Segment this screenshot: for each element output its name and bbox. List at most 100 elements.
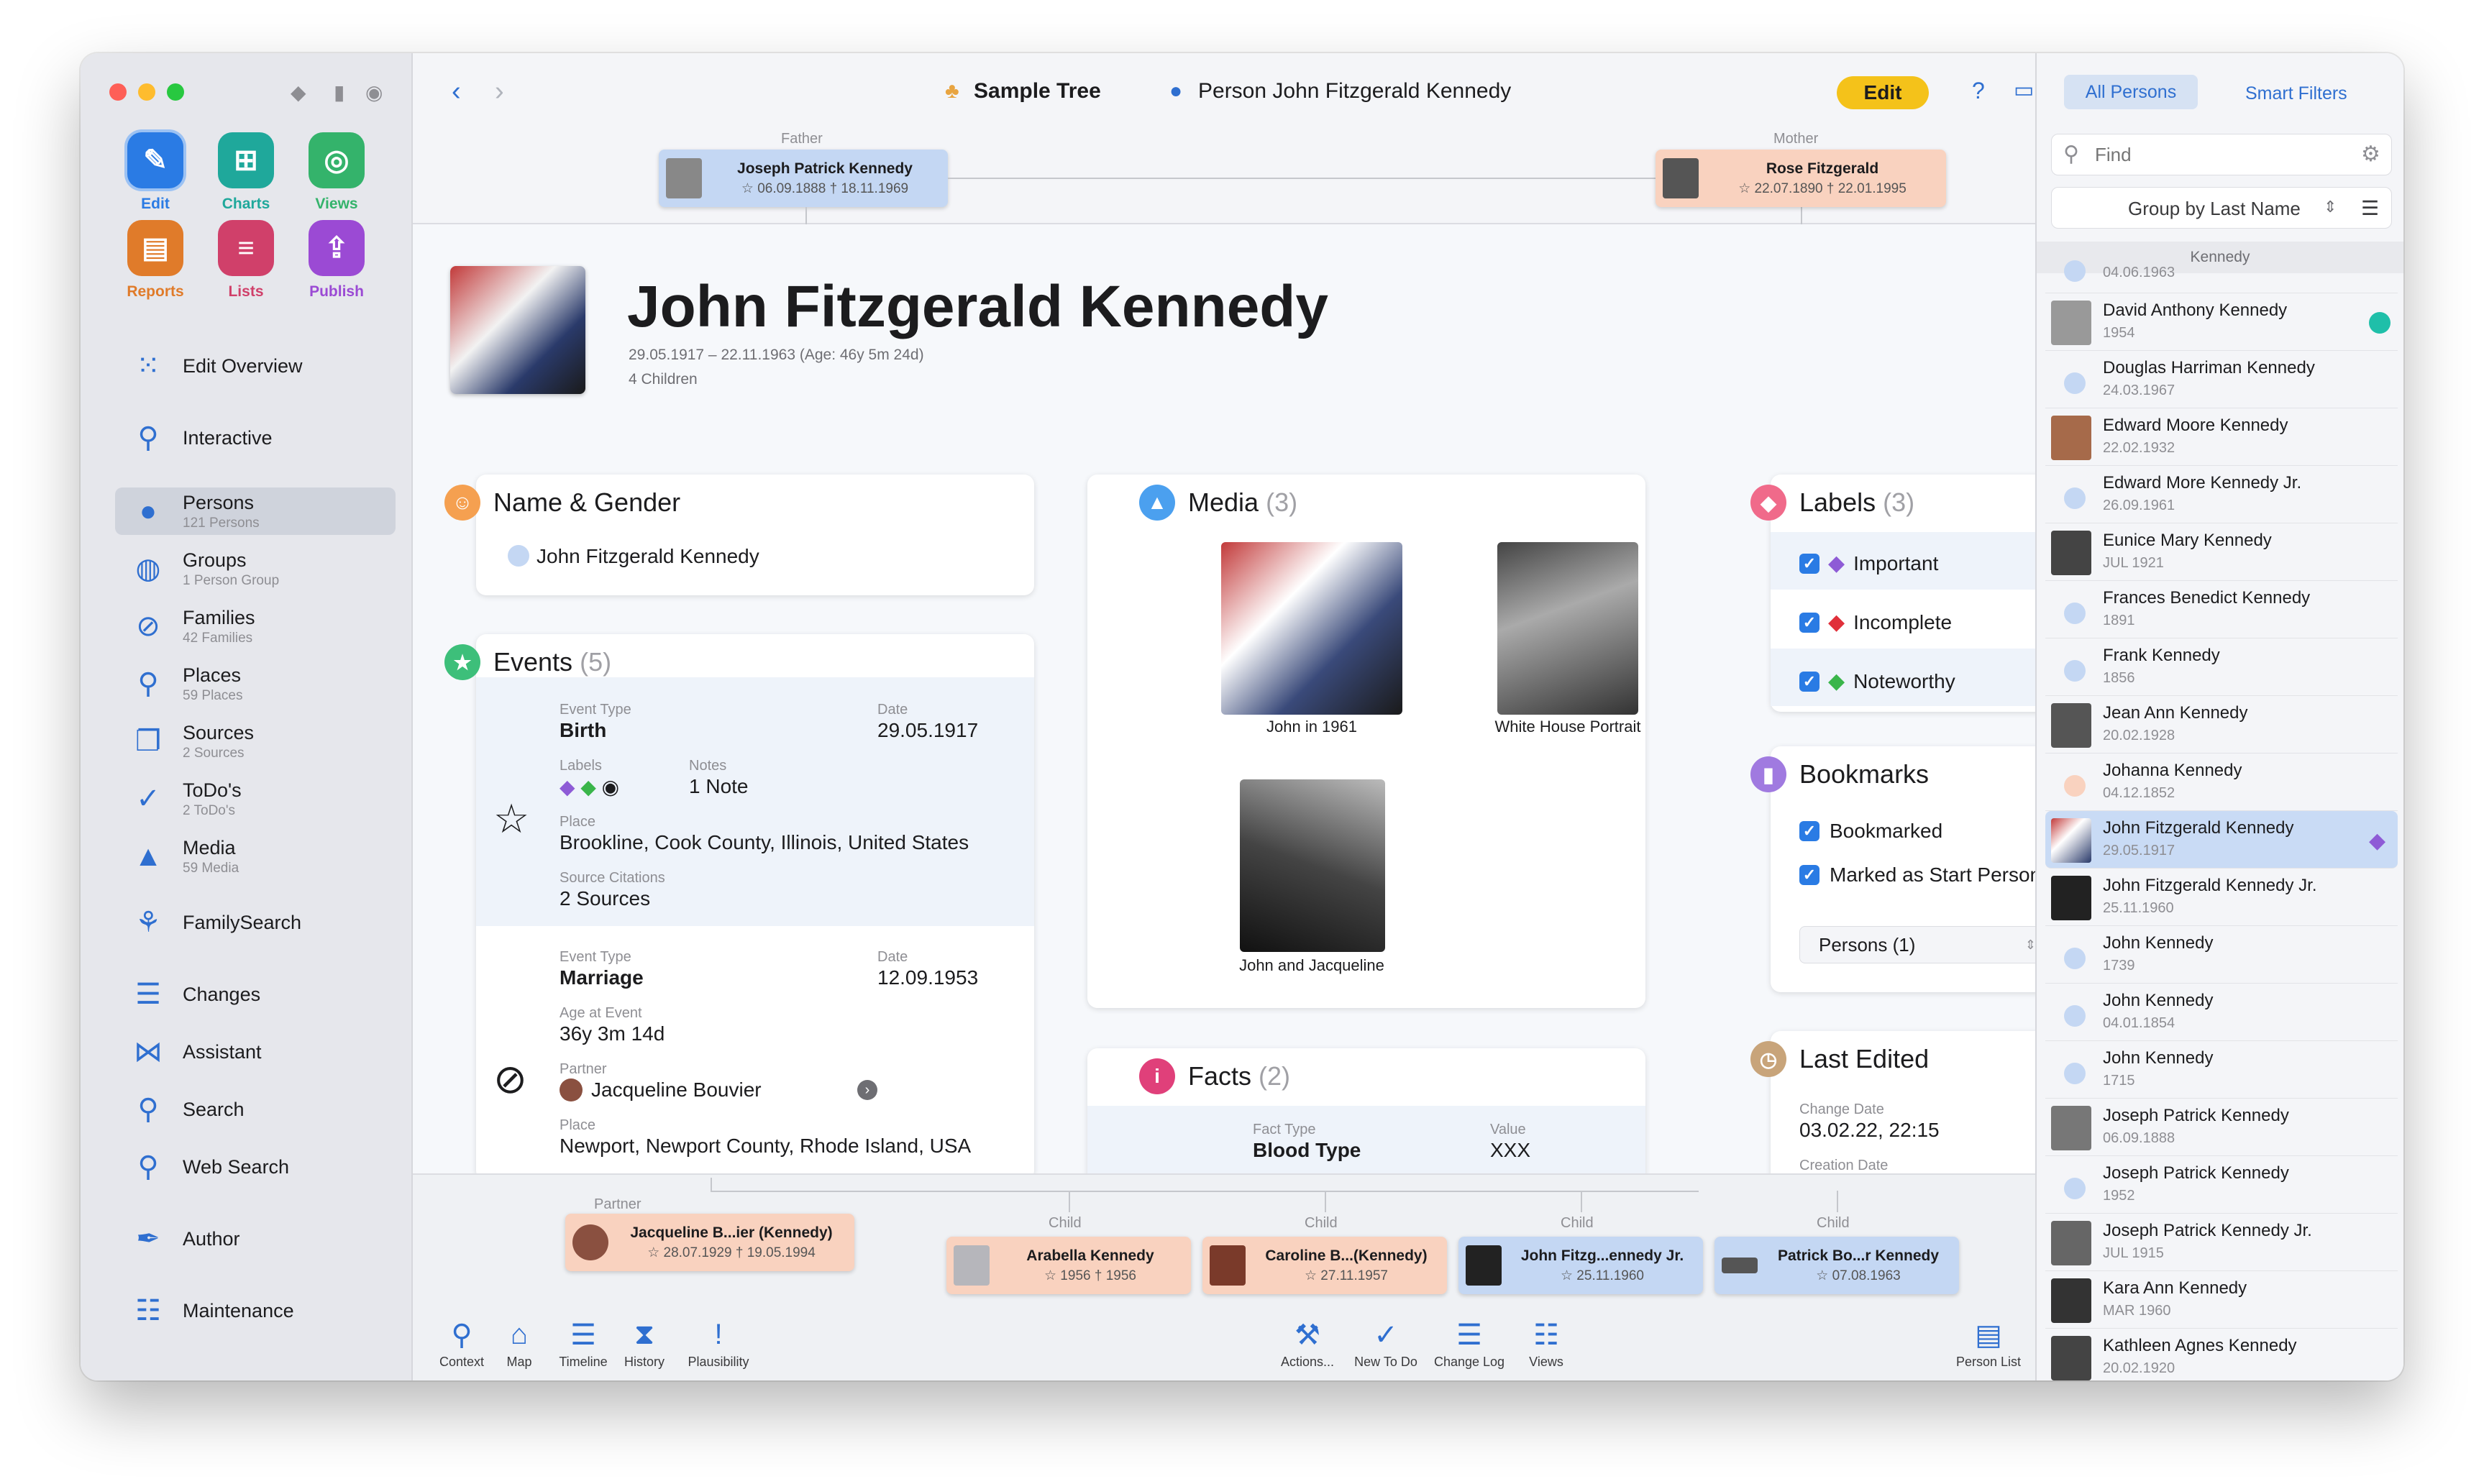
plausibility-tool[interactable]: ! Plausibility	[679, 1319, 758, 1370]
sidebar-item-groups[interactable]: ◍ Groups 1 Person Group	[115, 545, 396, 592]
sidebar-item-assistant[interactable]: ⋈ Assistant	[115, 1028, 396, 1076]
birth-date[interactable]: 29.05.1917	[877, 719, 978, 742]
list-item[interactable]: Joseph Patrick Kennedy Jr. JUL 1915	[2045, 1214, 2398, 1271]
find-field[interactable]: ⚲ ⚙	[2051, 134, 2392, 175]
checkbox-checked[interactable]: ✓	[1799, 865, 1819, 885]
birth-notes[interactable]: 1 Note	[689, 775, 749, 798]
quick-action-edit[interactable]: ✎ Edit	[115, 132, 196, 213]
quick-action-reports[interactable]: ▤ Reports	[115, 220, 196, 301]
minimize-window-button[interactable]	[138, 83, 155, 101]
quick-action-lists[interactable]: ≡ Lists	[206, 220, 286, 301]
list-item[interactable]: Joseph Patrick Kennedy 06.09.1888	[2045, 1099, 2398, 1156]
list-item[interactable]: 04.06.1963	[2045, 252, 2398, 293]
media-thumbnail[interactable]	[1240, 779, 1385, 952]
birth-sources[interactable]: 2 Sources	[560, 887, 650, 910]
chevron-right-icon[interactable]: ›	[857, 1080, 877, 1100]
father-card[interactable]: Joseph Patrick Kennedy ☆ 06.09.1888 † 18.…	[659, 150, 948, 207]
new-todo-tool[interactable]: ✓ New To Do	[1346, 1319, 1425, 1370]
marriage-type[interactable]: Marriage	[560, 966, 644, 989]
history-tool[interactable]: ⧗ History	[616, 1319, 673, 1370]
marriage-place[interactable]: Newport, Newport County, Rhode Island, U…	[560, 1135, 971, 1158]
views-tool[interactable]: ☷ Views	[1517, 1319, 1575, 1370]
sidebar-item-edit-overview[interactable]: ⁙ Edit Overview	[115, 342, 396, 390]
window-layout-icon[interactable]: ▭	[2014, 78, 2034, 103]
group-by-select[interactable]: Group by Last Name ⇕ ☰	[2051, 187, 2392, 229]
list-item[interactable]: Frances Benedict Kennedy 1891	[2045, 581, 2398, 638]
list-item[interactable]: Johanna Kennedy 04.12.1852	[2045, 754, 2398, 811]
list-item[interactable]: Kathleen Agnes Kennedy 20.02.1920	[2045, 1329, 2398, 1380]
fact-value[interactable]: XXX	[1490, 1139, 1530, 1162]
sidebar-item-maintenance[interactable]: ☷ Maintenance	[115, 1287, 396, 1334]
tab-all-persons[interactable]: All Persons	[2064, 75, 2198, 109]
close-window-button[interactable]	[109, 83, 127, 101]
child-card[interactable]: Patrick Bo...r Kennedy ☆ 07.08.1963	[1714, 1237, 1959, 1294]
start-person-toggle[interactable]: ✓ Marked as Start Person	[1799, 863, 2044, 887]
child-card[interactable]: Arabella Kennedy ☆ 1956 † 1956	[946, 1237, 1191, 1294]
quick-action-publish[interactable]: ⇪ Publish	[296, 220, 377, 301]
list-item[interactable]: Frank Kennedy 1856	[2045, 638, 2398, 696]
checkbox-checked[interactable]: ✓	[1799, 821, 1819, 841]
list-item[interactable]: Joseph Patrick Kennedy 1952	[2045, 1156, 2398, 1214]
sidebar-item-todos[interactable]: ✓ ToDo's 2 ToDo's	[115, 775, 396, 823]
back-arrow-icon[interactable]: ‹	[452, 76, 461, 107]
tag-icon[interactable]: ◆	[291, 81, 306, 104]
sidebar-item-families[interactable]: ⊘ Families 42 Families	[115, 603, 396, 650]
sync-icon[interactable]: ◉	[365, 81, 383, 104]
sidebar-item-places[interactable]: ⚲ Places 59 Places	[115, 660, 396, 707]
forward-arrow-icon[interactable]: ›	[495, 76, 504, 107]
persons-select[interactable]: Persons (1) ⇕	[1799, 926, 2048, 963]
list-item[interactable]: John Kennedy 1739	[2045, 926, 2398, 984]
partner-card[interactable]: Jacqueline B...ier (Kennedy) ☆ 28.07.1929…	[565, 1214, 854, 1271]
list-item[interactable]: Jean Ann Kennedy 20.02.1928	[2045, 696, 2398, 754]
label-incomplete[interactable]: ✓ ◆ Incomplete	[1799, 610, 1952, 635]
bookmark-icon[interactable]: ▮	[334, 81, 344, 104]
media-thumbnail[interactable]	[1497, 542, 1638, 715]
name-value[interactable]: John Fitzgerald Kennedy	[536, 545, 759, 568]
person-list-tool[interactable]: ▤ Person List	[1949, 1319, 2028, 1370]
person-photo[interactable]	[450, 266, 585, 394]
map-tool[interactable]: ⌂ Map	[498, 1319, 541, 1370]
list-item[interactable]: Edward Moore Kennedy 22.02.1932	[2045, 408, 2398, 466]
sidebar-item-persons[interactable]: ● Persons 121 Persons	[115, 487, 396, 535]
context-tool[interactable]: ⚲ Context	[433, 1319, 490, 1370]
fact-type[interactable]: Blood Type	[1253, 1139, 1361, 1162]
bookmarked-toggle[interactable]: ✓ Bookmarked	[1799, 820, 1942, 843]
sidebar-item-familysearch[interactable]: ⚘ FamilySearch	[115, 899, 396, 946]
checkbox-checked[interactable]: ✓	[1799, 612, 1819, 633]
list-item[interactable]: Eunice Mary Kennedy JUL 1921	[2045, 523, 2398, 581]
quick-action-views[interactable]: ◎ Views	[296, 132, 377, 213]
tree-name[interactable]: Sample Tree	[974, 79, 1101, 104]
edit-button[interactable]: Edit	[1837, 76, 1929, 109]
list-item-selected[interactable]: John Fitzgerald Kennedy 29.05.1917 ◆	[2045, 811, 2398, 869]
label-noteworthy[interactable]: ✓ ◆ Noteworthy	[1799, 669, 1955, 694]
find-input[interactable]	[2095, 142, 2339, 168]
list-item[interactable]: Kara Ann Kennedy MAR 1960	[2045, 1271, 2398, 1329]
list-item[interactable]: Douglas Harriman Kennedy 24.03.1967	[2045, 351, 2398, 408]
breadcrumb[interactable]: Person John Fitzgerald Kennedy	[1198, 79, 1511, 104]
child-card[interactable]: John Fitzg...ennedy Jr. ☆ 25.11.1960	[1458, 1237, 1703, 1294]
sidebar-item-search[interactable]: ⚲ Search	[115, 1086, 396, 1133]
list-item[interactable]: David Anthony Kennedy 1954	[2045, 293, 2398, 351]
list-item[interactable]: John Kennedy 04.01.1854	[2045, 984, 2398, 1041]
zoom-window-button[interactable]	[167, 83, 184, 101]
sidebar-item-web-search[interactable]: ⚲ Web Search	[115, 1143, 396, 1191]
sort-icon[interactable]: ☰	[2361, 196, 2379, 220]
list-item[interactable]: John Fitzgerald Kennedy Jr. 25.11.1960	[2045, 869, 2398, 926]
actions-tool[interactable]: ⚒ Actions...	[1271, 1319, 1343, 1370]
sidebar-item-media[interactable]: ▲ Media 59 Media	[115, 833, 396, 880]
list-item[interactable]: John Kennedy 1715	[2045, 1041, 2398, 1099]
media-thumbnail[interactable]	[1221, 542, 1402, 715]
change-log-tool[interactable]: ☰ Change Log	[1430, 1319, 1509, 1370]
timeline-tool[interactable]: ☰ Timeline	[551, 1319, 616, 1370]
sidebar-item-changes[interactable]: ☰ Changes	[115, 971, 396, 1018]
birth-type[interactable]: Birth	[560, 719, 606, 742]
help-icon[interactable]: ?	[1972, 78, 1985, 104]
child-card[interactable]: Caroline B...(Kennedy) ☆ 27.11.1957	[1202, 1237, 1447, 1294]
mother-card[interactable]: Rose Fitzgerald ☆ 22.07.1890 † 22.01.1995	[1656, 150, 1946, 207]
sidebar-item-sources[interactable]: ❐ Sources 2 Sources	[115, 718, 396, 765]
sidebar-item-author[interactable]: ✒ Author	[115, 1215, 396, 1263]
label-important[interactable]: ✓ ◆ Important	[1799, 551, 1938, 576]
tab-smart-filters[interactable]: Smart Filters	[2245, 83, 2347, 104]
marriage-partner[interactable]: Jacqueline Bouvier	[591, 1078, 762, 1101]
sidebar-item-interactive[interactable]: ⚲ Interactive	[115, 414, 396, 462]
